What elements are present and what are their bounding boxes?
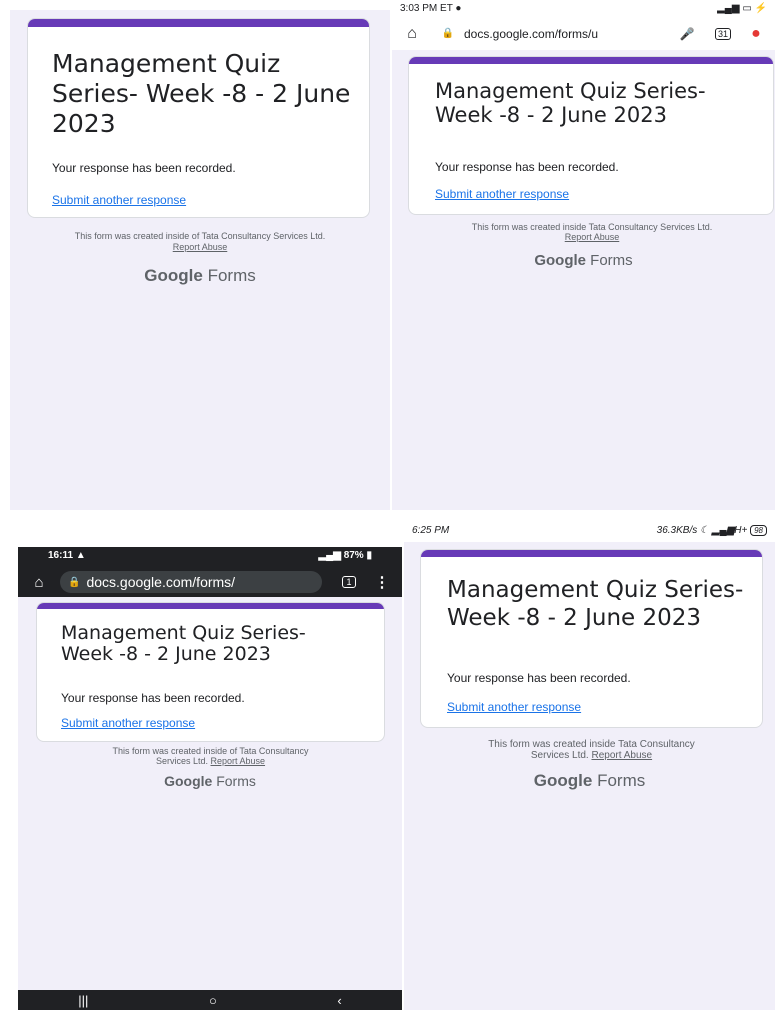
form-title: Management Quiz Series- Week -8 - 2 June…	[435, 79, 706, 127]
home-icon[interactable]: ⌂	[400, 25, 424, 43]
battery-icon: ▮	[366, 550, 372, 561]
google-forms-logo: Google Forms	[404, 771, 775, 791]
phone-icon: ●	[455, 3, 462, 14]
submit-another-response-link[interactable]: Submit another response	[52, 193, 186, 207]
form-footer: This form was created inside of Tata Con…	[30, 231, 370, 253]
card-accent-bar	[28, 19, 369, 27]
signal-icon: ▂▄▆	[711, 525, 735, 536]
response-recorded-message: Your response has been recorded.	[447, 671, 631, 685]
form-title: Management Quiz Series- Week -8 - 2 June…	[52, 49, 351, 138]
footer-text: This form was created inside Tata Consul…	[488, 739, 695, 750]
brand-forms: Forms	[590, 252, 633, 269]
battery-icon: 98	[750, 525, 767, 536]
screenshot-panel-3: 16:11 ▲ ▂▄▆ 87% ▮ ⌂ 🔒 docs.google.com/fo…	[18, 547, 402, 1010]
form-title: Management Quiz Series- Week -8 - 2 June…	[447, 577, 744, 631]
brand-google: Google	[164, 773, 213, 789]
lock-icon: 🔒	[441, 28, 455, 39]
recent-apps-icon[interactable]: |||	[78, 993, 88, 1008]
lock-icon: 🔒	[68, 576, 81, 588]
confirmation-card: Management Quiz Series- Week -8 - 2 June…	[27, 18, 370, 218]
confirmation-card: Management Quiz Series- Week -8 - 2 June…	[408, 56, 774, 215]
brand-forms: Forms	[216, 773, 256, 789]
battery-icon: ▭	[742, 3, 752, 14]
confirmation-card: Management Quiz Series- Week -8 - 2 June…	[420, 549, 763, 728]
response-recorded-message: Your response has been recorded.	[52, 161, 236, 175]
status-time: 3:03 PM ET ●	[400, 3, 462, 14]
android-nav-bar: ||| ○ ‹	[18, 990, 402, 1010]
google-forms-logo: Google Forms	[10, 266, 390, 286]
signal-icon: ▂▄▆	[717, 3, 740, 14]
back-icon[interactable]: ‹	[337, 993, 341, 1008]
home-icon[interactable]: ⌂	[28, 574, 50, 591]
brand-google: Google	[144, 266, 203, 285]
warning-icon: ▲	[75, 550, 86, 561]
brand-google: Google	[533, 771, 593, 790]
url-text: docs.google.com/forms/	[86, 574, 236, 590]
status-icons: 36.3KB/s ☾ ▂▄▆H+ 98	[657, 525, 767, 537]
tab-count: 31	[714, 27, 731, 40]
opera-icon[interactable]: ●	[745, 25, 767, 43]
google-forms-logo: Google Forms	[18, 773, 402, 789]
report-abuse-link[interactable]: Report Abuse	[211, 756, 266, 766]
report-abuse-link[interactable]: Report Abuse	[591, 750, 652, 761]
submit-another-response-link[interactable]: Submit another response	[435, 187, 569, 201]
form-footer: This form was created inside of Tata Con…	[38, 746, 383, 766]
brand-forms: Forms	[597, 771, 646, 790]
microphone-icon[interactable]: 🎤	[673, 27, 701, 41]
url-field[interactable]: 🔒 docs.google.com/forms/	[60, 571, 322, 593]
form-title: Management Quiz Series- Week -8 - 2 June…	[61, 622, 306, 665]
more-menu-icon[interactable]: ⋮	[372, 573, 392, 591]
report-abuse-link[interactable]: Report Abuse	[173, 242, 228, 252]
footer-text-2: Services Ltd.	[155, 756, 208, 766]
screenshot-panel-2: 3:03 PM ET ● ▂▄▆ ▭ ⚡ ⌂ 🔒 docs.google.com…	[392, 0, 775, 510]
status-time: 16:11 ▲	[48, 550, 86, 561]
submit-another-response-link[interactable]: Submit another response	[61, 716, 195, 730]
status-bar: 6:25 PM 36.3KB/s ☾ ▂▄▆H+ 98	[404, 520, 775, 542]
tab-count-icon[interactable]: 1	[334, 576, 364, 588]
tab-count: 1	[342, 576, 356, 588]
form-footer: This form was created inside Tata Consul…	[412, 222, 772, 242]
footer-text: This form was created inside of Tata Con…	[112, 746, 309, 756]
card-accent-bar	[409, 57, 773, 64]
home-button-icon[interactable]: ○	[209, 993, 217, 1008]
screenshot-panel-4: 6:25 PM 36.3KB/s ☾ ▂▄▆H+ 98 Management Q…	[404, 520, 775, 1010]
status-icons: ▂▄▆ ▭ ⚡	[717, 3, 767, 14]
submit-another-response-link[interactable]: Submit another response	[447, 700, 581, 714]
browser-toolbar: ⌂ 🔒 docs.google.com/forms/u 🎤 31 ●	[392, 17, 775, 50]
charging-icon: ⚡	[754, 3, 767, 14]
browser-toolbar: ⌂ 🔒 docs.google.com/forms/ 1 ⋮	[18, 567, 402, 597]
signal-icon: ▂▄▆	[318, 550, 341, 561]
footer-text-2: Services Ltd.	[530, 750, 589, 761]
tab-count-icon[interactable]: 31	[709, 27, 737, 40]
status-bar: 16:11 ▲ ▂▄▆ 87% ▮	[18, 547, 402, 567]
status-time: 6:25 PM	[412, 525, 450, 536]
brand-google: Google	[534, 252, 586, 269]
footer-text: This form was created inside Tata Consul…	[471, 222, 713, 232]
response-recorded-message: Your response has been recorded.	[61, 691, 245, 705]
report-abuse-link[interactable]: Report Abuse	[565, 232, 620, 242]
response-recorded-message: Your response has been recorded.	[435, 160, 619, 174]
status-icons: ▂▄▆ 87% ▮	[318, 550, 372, 561]
card-accent-bar	[421, 550, 762, 557]
google-forms-logo: Google Forms	[392, 252, 775, 269]
confirmation-card: Management Quiz Series- Week -8 - 2 June…	[36, 602, 385, 742]
screenshot-panel-1: Management Quiz Series- Week -8 - 2 June…	[10, 10, 390, 510]
footer-text: This form was created inside of Tata Con…	[74, 231, 326, 241]
url-text[interactable]: docs.google.com/forms/u	[464, 27, 673, 41]
form-footer: This form was created inside Tata Consul…	[419, 739, 764, 761]
status-bar: 3:03 PM ET ● ▂▄▆ ▭ ⚡	[392, 0, 775, 17]
brand-forms: Forms	[207, 266, 256, 285]
card-accent-bar	[37, 603, 384, 609]
moon-icon: ☾	[700, 525, 709, 536]
